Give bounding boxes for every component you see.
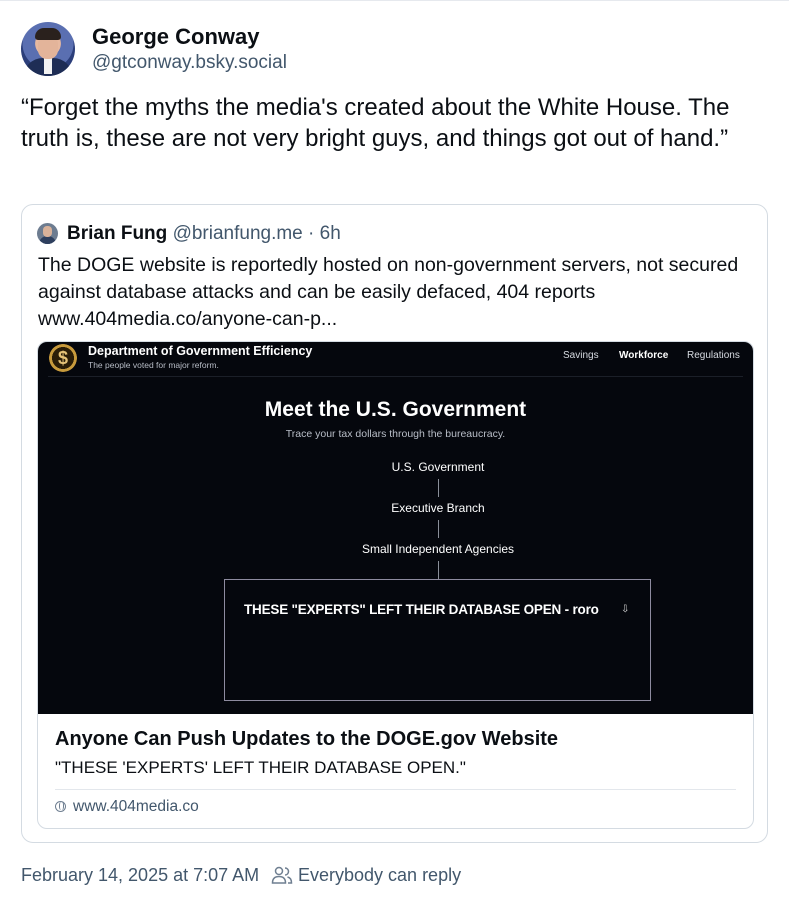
link-card-title[interactable]: Anyone Can Push Updates to the DOGE.gov … — [55, 728, 558, 751]
quote-age: · 6h — [308, 223, 341, 244]
link-card-image: $ Department of Government Efficiency Th… — [38, 342, 753, 714]
quote-header: Brian Fung @brianfung.me · 6h — [67, 223, 341, 245]
hero-subtitle: Trace your tax dollars through the burea… — [285, 428, 506, 440]
quote-author-avatar[interactable] — [37, 223, 58, 244]
org-connector — [438, 520, 439, 538]
hero-title: Meet the U.S. Government — [264, 398, 527, 421]
quoted-post-card[interactable]: Brian Fung @brianfung.me · 6h The DOGE w… — [21, 204, 768, 843]
quote-author-handle[interactable]: @brianfung.me — [173, 223, 303, 244]
org-node: Small Independent Agencies — [361, 542, 515, 556]
author-avatar[interactable] — [21, 22, 75, 76]
defaced-message-box: THESE "EXPERTS" LEFT THEIR DATABASE OPEN… — [224, 579, 651, 701]
post-timestamp: February 14, 2025 at 7:07 AM — [21, 865, 260, 885]
org-connector — [438, 479, 439, 497]
quote-author-name[interactable]: Brian Fung — [67, 223, 167, 244]
site-tagline: The people voted for major reform. — [88, 360, 219, 370]
nav-divider — [48, 376, 743, 377]
org-node: Executive Branch — [391, 501, 485, 515]
doge-logo: $ — [49, 344, 77, 372]
author-name[interactable]: George Conway — [92, 24, 259, 50]
org-connector — [438, 561, 439, 579]
people-icon — [271, 866, 293, 884]
defaced-message: THESE "EXPERTS" LEFT THEIR DATABASE OPEN… — [244, 602, 599, 617]
download-icon: ⇩ — [621, 604, 630, 615]
nav-savings: Savings — [563, 350, 599, 361]
nav-workforce: Workforce — [619, 350, 669, 361]
author-handle[interactable]: @gtconway.bsky.social — [92, 52, 287, 74]
reply-setting[interactable]: Everybody can reply — [298, 865, 461, 886]
site-title: Department of Government Efficiency — [88, 344, 313, 358]
top-divider — [0, 0, 789, 1]
org-node: U.S. Government — [391, 460, 485, 474]
link-card-description: "THESE 'EXPERTS' LEFT THEIR DATABASE OPE… — [55, 758, 466, 777]
post-text: “Forget the myths the media's created ab… — [21, 94, 730, 152]
link-card[interactable]: $ Department of Government Efficiency Th… — [37, 341, 754, 829]
globe-icon — [55, 801, 66, 812]
nav-regulations: Regulations — [687, 350, 740, 361]
link-card-domain[interactable]: www.404media.co — [73, 798, 199, 816]
quote-text: The DOGE website is reportedly hosted on… — [38, 254, 739, 330]
link-card-divider — [55, 789, 736, 790]
